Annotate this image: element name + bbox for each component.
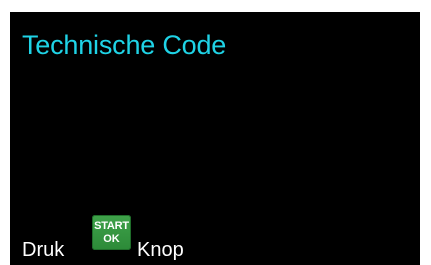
instruction-footer: Druk START OK Knop xyxy=(22,215,412,265)
start-label: START xyxy=(94,220,129,232)
ok-label: OK xyxy=(103,233,120,245)
screen-title: Technische Code xyxy=(22,30,227,60)
start-ok-icon: START OK xyxy=(92,215,131,250)
display-screen: Technische Code Druk START OK Knop xyxy=(10,12,420,265)
instruction-suffix: Knop xyxy=(137,239,184,261)
instruction-prefix: Druk xyxy=(22,239,65,261)
